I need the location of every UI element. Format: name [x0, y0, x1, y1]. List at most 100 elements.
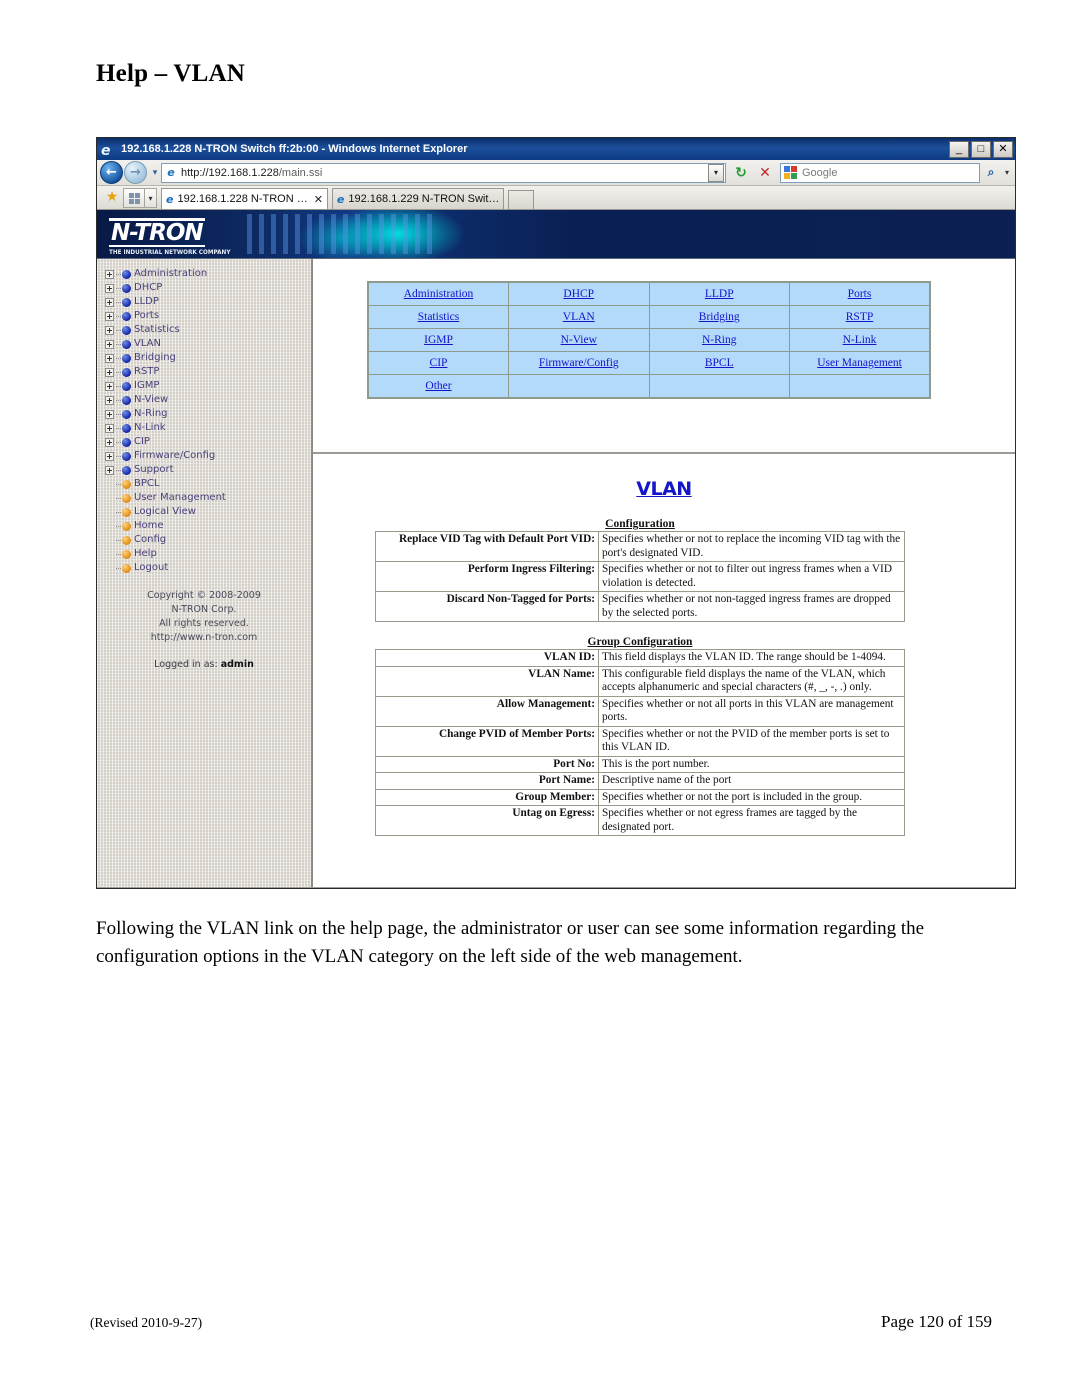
forward-icon[interactable]: → — [124, 161, 147, 184]
company-website-link[interactable]: http://www.n-tron.com — [105, 631, 303, 645]
sidebar-item-label: Support — [134, 464, 174, 475]
expand-plus-icon[interactable] — [105, 325, 114, 335]
expand-plus-icon[interactable] — [105, 297, 114, 307]
help-link-cell[interactable]: N-Link — [789, 328, 931, 352]
expand-plus-icon[interactable] — [105, 409, 114, 419]
sidebar-item-config[interactable]: Config — [105, 533, 311, 547]
help-link-firmware-config[interactable]: Firmware/Config — [539, 357, 619, 369]
sidebar-item-cip[interactable]: CIP — [105, 435, 311, 449]
sidebar-item-n-link[interactable]: N-Link — [105, 421, 311, 435]
table-row: Perform Ingress Filtering: Specifies whe… — [375, 561, 905, 592]
sidebar-item-administration[interactable]: Administration — [105, 267, 311, 281]
expand-plus-icon[interactable] — [105, 451, 114, 461]
help-link-cell[interactable]: Other — [367, 374, 509, 399]
sidebar-item-support[interactable]: Support — [105, 463, 311, 477]
help-link-cell[interactable]: Ports — [789, 281, 931, 306]
tab-list-chevron-down-icon[interactable]: ▾ — [145, 188, 157, 208]
expand-plus-icon[interactable] — [105, 395, 114, 405]
help-link-cell[interactable]: N-Ring — [648, 328, 790, 352]
sidebar-item-user-management[interactable]: User Management — [105, 491, 311, 505]
help-link-cell[interactable]: CIP — [367, 351, 509, 375]
sidebar-item-home[interactable]: Home — [105, 519, 311, 533]
sidebar-item-bpcl[interactable]: BPCL — [105, 477, 311, 491]
help-link-cell[interactable]: User Management — [789, 351, 931, 375]
favorites-star-icon[interactable]: ★ — [101, 186, 123, 208]
help-link-other[interactable]: Other — [425, 380, 451, 392]
help-link-cell[interactable]: Administration — [367, 281, 509, 306]
browser-tab-1[interactable]: e 192.168.1.228 N-TRON … ✕ — [161, 188, 328, 209]
help-link-bridging[interactable]: Bridging — [699, 311, 740, 323]
tree-connector-icon — [116, 508, 122, 517]
sidebar-item-help[interactable]: Help — [105, 547, 311, 561]
sidebar-item-vlan[interactable]: VLAN — [105, 337, 311, 351]
expand-plus-icon[interactable] — [105, 381, 114, 391]
tab-close-icon[interactable]: ✕ — [314, 193, 323, 206]
help-link-cell[interactable]: Firmware/Config — [508, 351, 650, 375]
help-link-igmp[interactable]: IGMP — [424, 334, 453, 346]
help-link-statistics[interactable]: Statistics — [418, 311, 460, 323]
search-icon[interactable]: ⌕ — [980, 163, 1002, 183]
help-link-n-ring[interactable]: N-Ring — [702, 334, 737, 346]
tree-connector-icon — [116, 368, 122, 377]
help-link-ports[interactable]: Ports — [848, 288, 872, 300]
sidebar-item-ports[interactable]: Ports — [105, 309, 311, 323]
sidebar-item-bridging[interactable]: Bridging — [105, 351, 311, 365]
help-link-cip[interactable]: CIP — [430, 357, 448, 369]
quick-tabs-icon[interactable] — [123, 188, 145, 208]
expand-plus-icon[interactable] — [105, 367, 114, 377]
help-link-vlan[interactable]: VLAN — [563, 311, 595, 323]
refresh-icon[interactable]: ↻ — [729, 161, 753, 184]
help-link-cell[interactable]: Statistics — [367, 305, 509, 329]
help-link-cell[interactable]: Bridging — [648, 305, 790, 329]
browser-tab-2-label: 192.168.1.229 N-TRON Swit… — [348, 193, 500, 205]
expand-plus-icon[interactable] — [105, 437, 114, 447]
sidebar-item-lldp[interactable]: LLDP — [105, 295, 311, 309]
sidebar-item-statistics[interactable]: Statistics — [105, 323, 311, 337]
address-bar[interactable]: e http://192.168.1.228/main.ssi ▾ — [161, 162, 726, 183]
maximize-button[interactable]: □ — [971, 140, 991, 158]
close-button[interactable]: ✕ — [993, 140, 1013, 158]
expand-plus-icon[interactable] — [105, 465, 114, 475]
sidebar-item-n-view[interactable]: N-View — [105, 393, 311, 407]
help-link-cell[interactable]: N-View — [508, 328, 650, 352]
help-link-user-management[interactable]: User Management — [817, 357, 902, 369]
sidebar-item-rstp[interactable]: RSTP — [105, 365, 311, 379]
expand-plus-icon[interactable] — [105, 269, 114, 279]
expand-plus-icon[interactable] — [105, 311, 114, 321]
help-link-n-view[interactable]: N-View — [561, 334, 597, 346]
search-input[interactable]: Google — [780, 162, 980, 183]
help-link-n-link[interactable]: N-Link — [843, 334, 877, 346]
sidebar-item-dhcp[interactable]: DHCP — [105, 281, 311, 295]
browser-tab-2[interactable]: e 192.168.1.229 N-TRON Swit… — [331, 188, 505, 209]
back-icon[interactable]: ← — [100, 161, 123, 184]
help-link-cell[interactable]: RSTP — [789, 305, 931, 329]
sidebar-item-n-ring[interactable]: N-Ring — [105, 407, 311, 421]
help-link-lldp[interactable]: LLDP — [705, 288, 734, 300]
search-provider-chevron-down-icon[interactable]: ▾ — [1002, 163, 1012, 183]
help-link-cell[interactable]: BPCL — [648, 351, 790, 375]
help-link-cell[interactable]: LLDP — [648, 281, 790, 306]
recent-pages-chevron-down-icon[interactable]: ▾ — [149, 163, 161, 183]
expand-plus-icon[interactable] — [105, 339, 114, 349]
minimize-button[interactable]: _ — [949, 140, 969, 158]
sidebar-item-firmware-config[interactable]: Firmware/Config — [105, 449, 311, 463]
sidebar-item-logical-view[interactable]: Logical View — [105, 505, 311, 519]
help-link-cell[interactable]: IGMP — [367, 328, 509, 352]
stop-icon[interactable]: ✕ — [753, 161, 777, 184]
sidebar-item-logout[interactable]: Logout — [105, 561, 311, 575]
help-link-bpcl[interactable]: BPCL — [705, 357, 734, 369]
help-link-dhcp[interactable]: DHCP — [563, 288, 594, 300]
new-tab-button[interactable] — [508, 190, 535, 209]
sidebar-item-igmp[interactable]: IGMP — [105, 379, 311, 393]
help-link-cell[interactable]: DHCP — [508, 281, 650, 306]
navigation-sidebar: Administration DHCP LLDP Ports Statistic… — [97, 259, 313, 887]
expand-plus-icon[interactable] — [105, 283, 114, 293]
expand-plus-icon[interactable] — [105, 353, 114, 363]
expand-plus-icon[interactable] — [105, 423, 114, 433]
help-link-cell[interactable]: VLAN — [508, 305, 650, 329]
address-chevron-down-icon[interactable]: ▾ — [708, 163, 724, 182]
table-row: Port Name: Descriptive name of the port — [375, 772, 905, 790]
help-term: VLAN ID: — [375, 649, 599, 667]
help-link-administration[interactable]: Administration — [404, 288, 474, 300]
help-link-rstp[interactable]: RSTP — [846, 311, 874, 323]
